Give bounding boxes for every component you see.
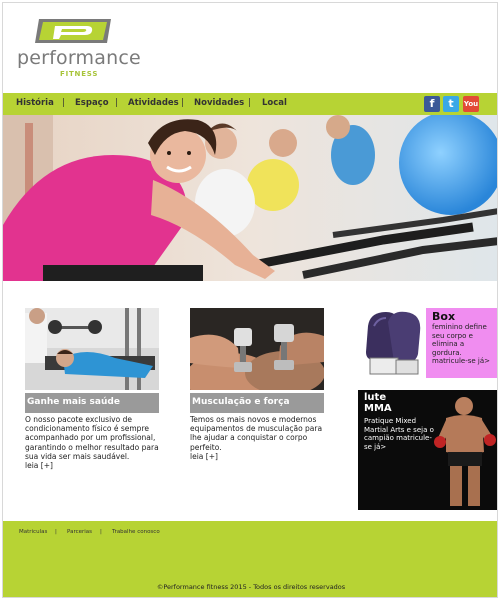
footer-separator: | (55, 529, 57, 535)
box-ad[interactable]: Box feminino define seu corpo e elimina … (358, 308, 497, 378)
footer-separator: | (100, 529, 102, 535)
card-description: O nosso pacote exclusivo de condicioname… (25, 415, 159, 461)
gym-bench-photo (25, 308, 159, 390)
box-ad-panel: Box feminino define seu corpo e elimina … (426, 308, 497, 378)
youtube-icon[interactable]: You (463, 96, 479, 112)
card-text-health: O nosso pacote exclusivo de condicioname… (25, 415, 159, 470)
mma-ad-title-line1: lute (364, 392, 387, 403)
footer-link-trabalhe[interactable]: Trabalhe conosco (112, 529, 160, 535)
logo-wordmark: performance (17, 47, 141, 69)
logo-subtitle: FITNESS (60, 70, 99, 78)
mma-ad-text: Pratique Mixed Martial Arts e seja o cam… (364, 417, 434, 451)
twitter-icon[interactable]: t (443, 96, 459, 112)
mma-ad-title-line2: MMA (364, 403, 392, 414)
card-image-strength[interactable] (190, 308, 324, 390)
boxing-glove-icon (366, 311, 421, 375)
nav-item-atividades[interactable]: Atividades (128, 98, 179, 108)
fighter-icon (434, 397, 496, 506)
card-title-health[interactable]: Ganhe mais saúde (25, 393, 159, 413)
read-more-link[interactable]: leia [+] (190, 452, 324, 461)
nav-separator: | (181, 98, 184, 108)
nav-item-espaco[interactable]: Espaço (75, 98, 109, 108)
logo[interactable]: performance FITNESS (17, 17, 141, 81)
footer-link-matriculas[interactable]: Matriculas (19, 529, 47, 535)
facebook-icon[interactable]: f (424, 96, 440, 112)
footer-link-parcerias[interactable]: Parcerias (67, 529, 92, 535)
mma-ad-title: lute MMA (364, 392, 392, 414)
dumbbell-photo (190, 308, 324, 390)
nav-item-historia[interactable]: História (16, 98, 54, 108)
footer: Matriculas | Parcerias | Trabalhe conosc… (3, 521, 497, 597)
copyright-text: ©Performance fitness 2015 - Todos os dir… (156, 583, 346, 591)
nav-item-novidades[interactable]: Novidades (194, 98, 244, 108)
nav-item-local[interactable]: Local (262, 98, 287, 108)
card-description: Temos os mais novos e modernos equipamen… (190, 415, 323, 452)
box-ad-title: Box (432, 310, 456, 323)
hero-image (3, 115, 497, 281)
nav-separator: | (248, 98, 251, 108)
nav-separator: | (62, 98, 65, 108)
spinning-class-photo (3, 115, 497, 281)
box-ad-text: feminino define seu corpo e elimina a go… (432, 323, 491, 366)
logo-mark-icon (35, 19, 111, 43)
mma-ad[interactable]: lute MMA Pratique Mixed Martial Arts e s… (358, 390, 497, 510)
read-more-link[interactable]: leia [+] (25, 461, 159, 470)
card-image-health[interactable] (25, 308, 159, 390)
card-text-strength: Temos os mais novos e modernos equipamen… (190, 415, 324, 461)
nav-separator: | (115, 98, 118, 108)
main-nav: História | Espaço | Atividades | Novidad… (3, 93, 497, 115)
card-title-strength[interactable]: Musculação e força (190, 393, 324, 413)
page: performance FITNESS História | Espaço | … (2, 2, 498, 598)
